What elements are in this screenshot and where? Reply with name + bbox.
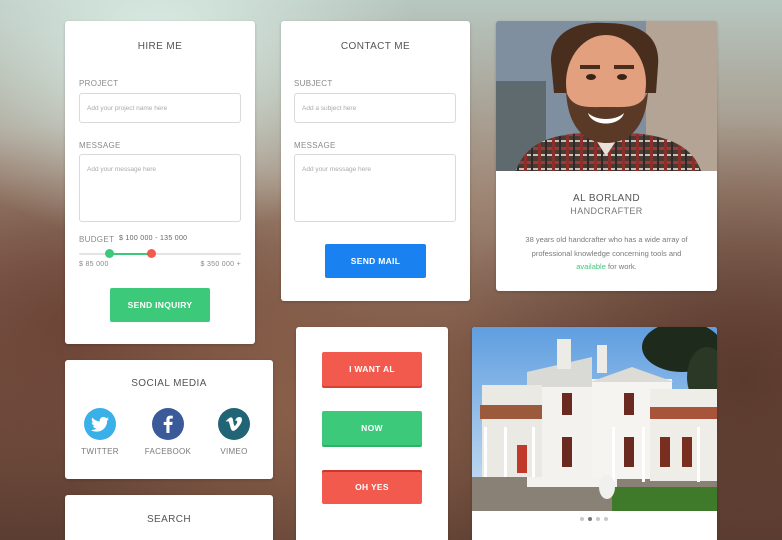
gallery-dot-4[interactable] — [604, 517, 608, 521]
budget-label: BUDGET — [79, 235, 115, 244]
facebook-icon — [152, 408, 184, 440]
profile-card: AL BORLAND HANDCRAFTER 38 years old hand… — [496, 21, 717, 291]
search-card: SEARCH — [65, 495, 273, 540]
budget-max-label: $ 350 000 + — [200, 261, 241, 268]
contact-me-card: CONTACT ME SUBJECT MESSAGE SEND MAIL — [281, 21, 470, 301]
button-stack-card: I WANT AL NOW OH YES — [296, 327, 448, 540]
budget-slider-active — [109, 253, 151, 255]
gallery-dot-3[interactable] — [596, 517, 600, 521]
message-textarea[interactable] — [79, 154, 241, 222]
budget-range-value: $ 100 000 - 135 000 — [119, 235, 188, 242]
budget-slider-track[interactable] — [79, 253, 241, 255]
social-media-title: SOCIAL MEDIA — [131, 378, 207, 389]
profile-bio-text: 38 years old handcrafter who has a wide … — [525, 235, 688, 258]
gallery-dot-2[interactable] — [588, 517, 592, 521]
gallery-image[interactable] — [472, 327, 717, 511]
house-illustration — [472, 327, 717, 511]
budget-slider-low-handle[interactable] — [105, 249, 114, 258]
twitter-link[interactable]: TWITTER — [70, 408, 130, 456]
vimeo-link[interactable]: VIMEO — [204, 408, 264, 456]
subject-input[interactable] — [294, 93, 456, 123]
profile-photo-illustration — [496, 21, 717, 171]
contact-message-label: MESSAGE — [294, 141, 336, 150]
vimeo-label: VIMEO — [220, 447, 248, 456]
message-label: MESSAGE — [79, 141, 121, 150]
contact-me-title: CONTACT ME — [340, 41, 411, 52]
profile-bio: 38 years old handcrafter who has a wide … — [516, 233, 697, 274]
budget-min-label: $ 85 000 — [79, 261, 109, 268]
send-mail-button[interactable]: SEND MAIL — [325, 244, 426, 278]
i-want-al-button[interactable]: I WANT AL — [322, 352, 422, 386]
now-button[interactable]: NOW — [322, 411, 422, 445]
gallery-dot-1[interactable] — [580, 517, 584, 521]
project-input[interactable] — [79, 93, 241, 123]
profile-photo — [496, 21, 717, 171]
profile-role: HANDCRAFTER — [570, 206, 643, 216]
facebook-link[interactable]: FACEBOOK — [138, 408, 198, 456]
subject-label: SUBJECT — [294, 79, 333, 88]
profile-bio-end: for work. — [605, 262, 637, 271]
profile-name: AL BORLAND — [573, 193, 640, 204]
project-label: PROJECT — [79, 79, 119, 88]
oh-yes-button[interactable]: OH YES — [322, 470, 422, 504]
budget-slider-high-handle[interactable] — [147, 249, 156, 258]
send-inquiry-button[interactable]: SEND INQUIRY — [110, 288, 210, 322]
twitter-label: TWITTER — [81, 447, 119, 456]
twitter-icon — [84, 408, 116, 440]
social-media-card: SOCIAL MEDIA TWITTER FACEBOOK VIMEO — [65, 360, 273, 479]
hire-me-card: HIRE ME PROJECT MESSAGE BUDGET $ 100 000… — [65, 21, 255, 344]
vimeo-icon — [218, 408, 250, 440]
available-link[interactable]: available — [576, 262, 606, 271]
gallery-card — [472, 327, 717, 540]
facebook-label: FACEBOOK — [144, 447, 192, 456]
hire-me-title: HIRE ME — [137, 41, 183, 52]
contact-message-textarea[interactable] — [294, 154, 456, 222]
search-title: SEARCH — [146, 514, 192, 525]
